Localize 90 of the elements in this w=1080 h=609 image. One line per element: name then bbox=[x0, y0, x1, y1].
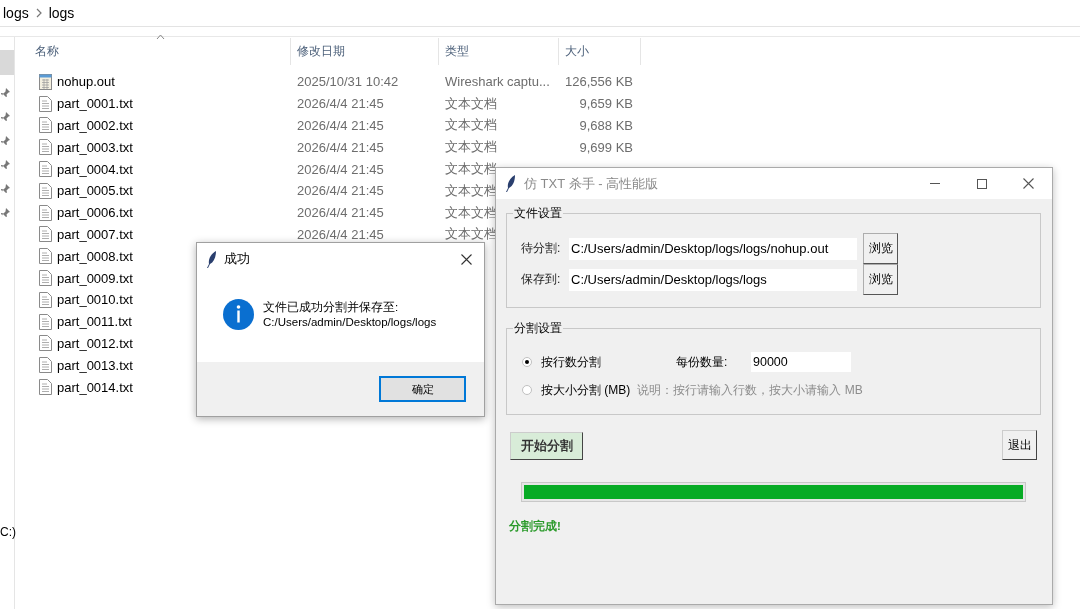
file-size: 126,556 KB bbox=[565, 74, 633, 90]
status-text: 分割完成! bbox=[509, 519, 562, 534]
pin-icon[interactable] bbox=[1, 88, 10, 98]
text-file-icon bbox=[39, 248, 52, 265]
file-name[interactable]: part_0011.txt bbox=[57, 314, 132, 330]
text-file-icon bbox=[39, 204, 52, 221]
path-field[interactable]: C:/Users/admin/Desktop/logs/logs bbox=[569, 268, 857, 291]
text-file-icon bbox=[39, 117, 52, 134]
text-file-icon bbox=[39, 226, 52, 243]
breadcrumb-item[interactable]: logs bbox=[48, 5, 75, 21]
field-label: 待分割: bbox=[521, 240, 562, 257]
group-title: 文件设置 bbox=[513, 205, 563, 222]
sort-ascending-icon bbox=[155, 34, 165, 40]
pin-icon[interactable] bbox=[1, 136, 10, 146]
text-file-icon bbox=[39, 182, 52, 199]
feather-icon bbox=[506, 175, 516, 192]
file-name[interactable]: part_0014.txt bbox=[57, 379, 133, 395]
file-name[interactable]: part_0001.txt bbox=[57, 96, 133, 112]
text-file-icon bbox=[39, 291, 52, 308]
file-size: 9,688 KB bbox=[579, 118, 633, 133]
file-name[interactable]: part_0002.txt bbox=[57, 118, 133, 133]
file-name[interactable]: part_0010.txt bbox=[57, 292, 133, 308]
column-header[interactable]: 大小 bbox=[559, 38, 641, 65]
modified-date: 2026/4/4 21:45 bbox=[297, 205, 384, 221]
text-file-icon bbox=[39, 95, 52, 112]
modified-date: 2026/4/4 21:45 bbox=[297, 96, 384, 112]
column-header[interactable]: 类型 bbox=[439, 38, 559, 65]
hint-text: 说明：按行请输入行数，按大小请输入 MB bbox=[637, 381, 863, 399]
pin-icon[interactable] bbox=[1, 184, 10, 194]
maximize-icon[interactable] bbox=[976, 178, 987, 189]
close-icon[interactable] bbox=[1023, 178, 1034, 189]
count-field[interactable]: 90000 bbox=[751, 352, 851, 372]
file-name[interactable]: part_0013.txt bbox=[57, 357, 133, 373]
pin-icon[interactable] bbox=[1, 160, 10, 170]
pin-icon[interactable] bbox=[1, 208, 10, 218]
feather-icon bbox=[207, 250, 217, 268]
file-name[interactable]: nohup.out bbox=[57, 74, 115, 90]
chevron-right-icon bbox=[34, 8, 43, 18]
modified-date: 2026/4/4 21:45 bbox=[297, 183, 384, 199]
file-name[interactable]: part_0005.txt bbox=[57, 183, 133, 199]
modified-date: 2026/4/4 21:45 bbox=[297, 226, 384, 242]
field-label: 保存到: bbox=[521, 271, 562, 288]
column-header[interactable]: 名称 bbox=[29, 38, 291, 65]
radio-label[interactable]: 按大小分割 (MB) bbox=[541, 381, 631, 399]
text-file-icon bbox=[39, 379, 52, 396]
pin-icon[interactable] bbox=[1, 112, 10, 122]
ok-button[interactable]: 确定 bbox=[379, 376, 466, 402]
start-split-button[interactable]: 开始分割 bbox=[510, 432, 583, 460]
file-name[interactable]: part_0007.txt bbox=[57, 226, 133, 242]
text-file-icon bbox=[39, 270, 52, 287]
exit-button[interactable]: 退出 bbox=[1002, 430, 1037, 460]
column-header[interactable]: 修改日期 bbox=[291, 38, 439, 65]
dialog-title: 成功 bbox=[224, 250, 250, 268]
radio-label[interactable]: 按行数分割 bbox=[541, 353, 665, 371]
modified-date: 2026/4/4 21:45 bbox=[297, 139, 384, 155]
file-type: 文本文档 bbox=[445, 95, 497, 111]
path-field[interactable]: C:/Users/admin/Desktop/logs/logs/nohup.out bbox=[569, 237, 857, 260]
field-label: 每份数量: bbox=[676, 353, 729, 371]
breadcrumb-item[interactable]: logs bbox=[3, 5, 29, 21]
file-name[interactable]: part_0003.txt bbox=[57, 139, 133, 155]
group-title: 分割设置 bbox=[513, 320, 563, 337]
browse-button[interactable]: 浏览 bbox=[863, 264, 898, 295]
spreadsheet-file-icon bbox=[39, 73, 52, 90]
file-type: 文本文档 bbox=[445, 139, 497, 155]
radio-button[interactable] bbox=[522, 357, 532, 367]
file-name[interactable]: part_0006.txt bbox=[57, 205, 133, 221]
nav-item[interactable]: C:) bbox=[0, 525, 16, 539]
dialog-message: 文件已成功分割并保存至: C:/Users/admin/Desktop/logs/logs bbox=[263, 299, 437, 330]
browse-button[interactable]: 浏览 bbox=[863, 233, 898, 264]
file-size: 9,659 KB bbox=[579, 96, 633, 112]
file-name[interactable]: part_0008.txt bbox=[57, 248, 133, 264]
radio-button[interactable] bbox=[522, 385, 532, 395]
file-type: 文本文档 bbox=[445, 117, 497, 133]
file-name[interactable]: part_0004.txt bbox=[57, 161, 133, 177]
modified-date: 2025/10/31 10:42 bbox=[297, 74, 399, 90]
info-icon bbox=[223, 299, 254, 330]
modified-date: 2026/4/4 21:45 bbox=[297, 118, 384, 133]
file-size: 9,699 KB bbox=[579, 139, 633, 155]
text-file-icon bbox=[39, 161, 52, 178]
text-file-icon bbox=[39, 313, 52, 330]
file-name[interactable]: part_0012.txt bbox=[57, 335, 133, 351]
close-icon[interactable] bbox=[461, 253, 472, 265]
modified-date: 2026/4/4 21:45 bbox=[297, 161, 384, 177]
text-file-icon bbox=[39, 357, 52, 374]
minimize-icon[interactable] bbox=[929, 183, 940, 184]
file-name[interactable]: part_0009.txt bbox=[57, 270, 133, 286]
window-title: 仿 TXT 杀手 - 高性能版 bbox=[524, 174, 659, 193]
file-type: Wireshark captu... bbox=[445, 74, 550, 90]
text-file-icon bbox=[39, 335, 52, 352]
text-file-icon bbox=[39, 139, 52, 156]
